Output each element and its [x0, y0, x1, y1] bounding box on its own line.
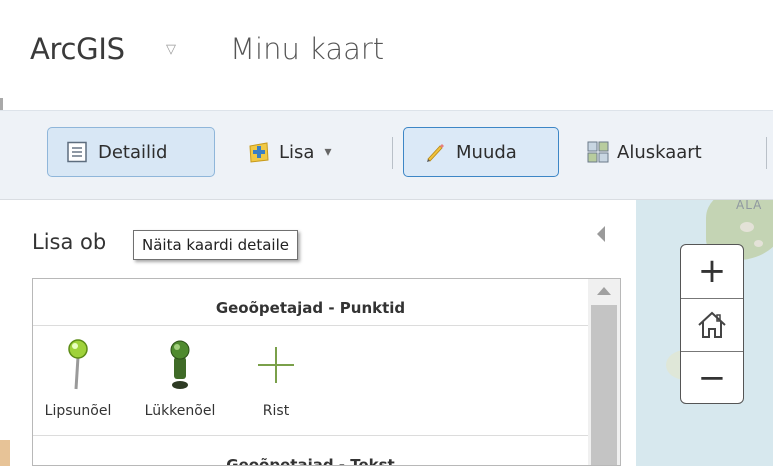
pushpin-green-icon [68, 339, 88, 390]
app-name[interactable]: ArcGIS [30, 32, 125, 66]
edit-label: Muuda [456, 141, 517, 163]
toolbar-separator [766, 137, 767, 169]
app-header: ArcGIS ▽ Minu kaart [0, 0, 773, 98]
zoom-in-icon: + [697, 251, 727, 291]
basemap-grid-icon [587, 141, 609, 163]
app-menu-caret-icon[interactable]: ▽ [166, 42, 180, 57]
templates-scrollbar[interactable] [588, 279, 620, 465]
toolbar-separator [392, 137, 393, 169]
template-group-title: Geoõpetajad - Tekst [226, 456, 395, 465]
feature-templates: Geoõpetajad - Punktid Lipsunõel Lükkenõe… [32, 278, 621, 466]
collapse-panel-icon[interactable] [597, 226, 605, 242]
symbol-lukkenoel[interactable]: Lükkenõel [135, 335, 225, 419]
cross-icon [258, 347, 294, 383]
zoom-out-button[interactable]: − [681, 352, 743, 404]
symbol-rist[interactable]: Rist [231, 335, 321, 419]
scroll-thumb[interactable] [591, 305, 617, 465]
edit-button[interactable]: Muuda [403, 127, 559, 177]
map-place-label: ALA [736, 200, 763, 212]
map-island [740, 222, 754, 232]
symbol-label: Rist [262, 403, 290, 419]
panel-title: Lisa ob [32, 230, 107, 254]
details-list-icon [66, 141, 88, 163]
details-tooltip: Näita kaardi detaile [133, 230, 298, 260]
pencil-icon [424, 141, 446, 163]
corner-accent [0, 440, 10, 466]
home-icon [698, 311, 726, 338]
symbol-lipsunoel[interactable]: Lipsunõel [33, 335, 123, 419]
home-extent-button[interactable] [681, 299, 743, 351]
basemap-button[interactable]: Aluskaart [583, 127, 753, 177]
template-group-title: Geoõpetajad - Punktid [215, 299, 406, 317]
group-divider [33, 325, 588, 326]
thumbtack-green-icon [170, 340, 190, 389]
add-button[interactable]: Lisa ▾ [237, 127, 379, 177]
map-title: Minu kaart [230, 32, 385, 66]
add-plus-icon [247, 140, 271, 164]
details-label: Detailid [98, 141, 168, 163]
details-button[interactable]: Detailid [47, 127, 215, 177]
zoom-out-icon: − [697, 358, 727, 398]
zoom-control: + − [680, 244, 744, 404]
basemap-label: Aluskaart [617, 141, 702, 163]
zoom-in-button[interactable]: + [681, 245, 743, 297]
group-divider [33, 435, 588, 436]
toolbar: Detailid Lisa ▾ Muuda Aluskaart [0, 110, 773, 200]
scroll-up-icon[interactable] [597, 287, 611, 295]
map-island [754, 240, 763, 247]
add-dropdown-caret-icon: ▾ [324, 144, 332, 160]
add-label: Lisa [279, 141, 315, 163]
symbol-label: Lükkenõel [144, 403, 216, 419]
symbol-label: Lipsunõel [44, 403, 112, 419]
